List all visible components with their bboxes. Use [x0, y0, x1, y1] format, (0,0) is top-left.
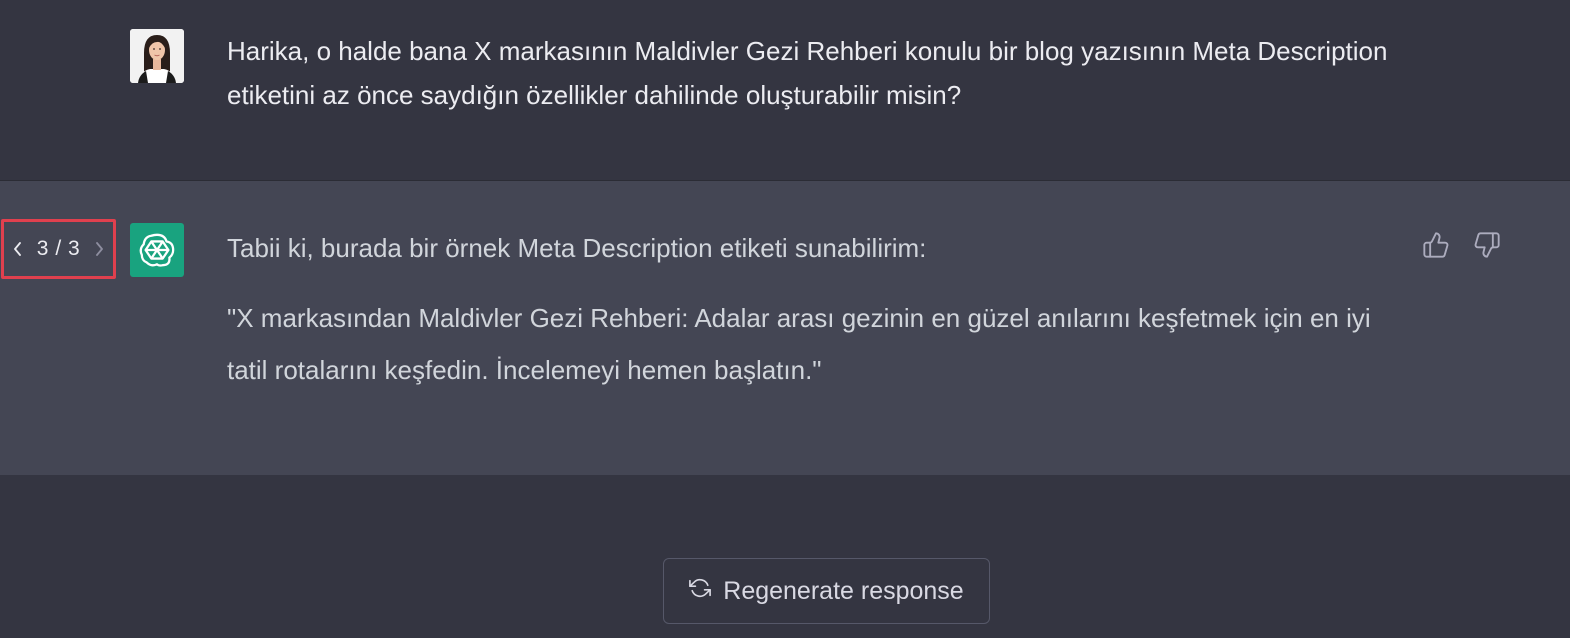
regenerate-response-button[interactable]: Regenerate response	[663, 558, 990, 624]
assistant-paragraph: Tabii ki, burada bir örnek Meta Descript…	[227, 233, 927, 263]
pager-total: 3	[68, 237, 81, 260]
user-avatar	[130, 29, 184, 83]
assistant-message: 3 / 3 Tabii ki, burada bir örnek Meta De…	[0, 181, 1570, 475]
refresh-icon	[689, 577, 712, 606]
assistant-message-text: Tabii ki, burada bir örnek Meta Descript…	[227, 226, 1397, 396]
pager-counter: 3 / 3	[31, 237, 86, 261]
user-avatar-photo	[130, 29, 184, 83]
openai-logo-icon	[139, 233, 175, 267]
chevron-right-icon[interactable]	[92, 239, 108, 259]
user-message: Harika, o halde bana X markasının Maldiv…	[0, 0, 1570, 181]
regenerate-label: Regenerate response	[723, 576, 964, 605]
assistant-avatar	[130, 223, 184, 277]
user-message-text: Harika, o halde bana X markasının Maldiv…	[227, 36, 1388, 110]
pager-current: 3	[36, 237, 49, 260]
response-pager: 3 / 3	[1, 219, 116, 279]
chat-page: Harika, o halde bana X markasının Maldiv…	[0, 0, 1570, 638]
thumbs-up-icon[interactable]	[1420, 229, 1452, 261]
assistant-paragraph: "X markasından Maldivler Gezi Rehberi: A…	[227, 303, 1371, 385]
thumbs-down-icon[interactable]	[1471, 229, 1503, 261]
chevron-left-icon[interactable]	[9, 239, 25, 259]
pager-separator: /	[55, 237, 62, 260]
